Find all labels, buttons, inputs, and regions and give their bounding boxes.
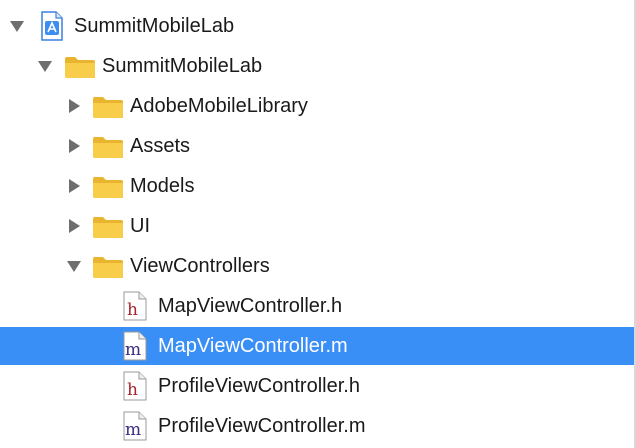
folder-icon (92, 215, 124, 244)
tree-row-group-viewcontrollers[interactable]: ViewControllers (0, 247, 636, 285)
folder-icon (92, 255, 124, 284)
project-label: SummitMobileLab (74, 15, 235, 37)
project-navigator: SummitMobileLab SummitMobileLab AdobeMob… (0, 0, 636, 448)
tree-row-project[interactable]: SummitMobileLab (0, 7, 636, 45)
file-label: MapViewController.h (158, 295, 343, 317)
disclosure-expanded-icon[interactable] (9, 18, 25, 34)
implementation-file-icon: m (122, 331, 148, 366)
tree-row-group-adobemobilelibrary[interactable]: AdobeMobileLibrary (0, 87, 636, 125)
disclosure-collapsed-icon[interactable] (66, 138, 82, 154)
tree-row-group-ui[interactable]: UI (0, 207, 636, 245)
file-label: MapViewController.m (158, 335, 348, 357)
disclosure-collapsed-icon[interactable] (66, 218, 82, 234)
file-letter: h (127, 380, 138, 400)
file-label: ProfileViewController.h (158, 375, 360, 397)
folder-icon (92, 175, 124, 204)
disclosure-expanded-icon[interactable] (66, 258, 82, 274)
implementation-file-icon: m (122, 411, 148, 446)
folder-icon (92, 135, 124, 164)
tree-row-file-profileviewcontroller-m[interactable]: m ProfileViewController.m (0, 407, 636, 445)
file-label: ProfileViewController.m (158, 415, 366, 437)
tree-row-group-summitmobilelab[interactable]: SummitMobileLab (0, 47, 636, 85)
disclosure-collapsed-icon[interactable] (66, 98, 82, 114)
file-letter: m (125, 340, 141, 360)
disclosure-expanded-icon[interactable] (37, 58, 53, 74)
group-label: Models (130, 175, 195, 197)
group-label: SummitMobileLab (102, 55, 263, 77)
folder-icon (64, 55, 96, 84)
tree-row-file-profileviewcontroller-h[interactable]: h ProfileViewController.h (0, 367, 636, 405)
file-letter: h (127, 300, 138, 320)
header-file-icon: h (122, 371, 148, 406)
disclosure-collapsed-icon[interactable] (66, 178, 82, 194)
tree-row-group-models[interactable]: Models (0, 167, 636, 205)
xcode-project-icon (40, 11, 64, 46)
group-label: AdobeMobileLibrary (130, 95, 308, 117)
tree-row-file-mapviewcontroller-h[interactable]: h MapViewController.h (0, 287, 636, 325)
group-label: UI (130, 215, 150, 237)
folder-icon (92, 95, 124, 124)
tree-row-file-mapviewcontroller-m[interactable]: m MapViewController.m (0, 327, 636, 365)
group-label: Assets (130, 135, 191, 157)
group-label: ViewControllers (130, 255, 270, 277)
header-file-icon: h (122, 291, 148, 326)
file-letter: m (125, 420, 141, 440)
tree-row-group-assets[interactable]: Assets (0, 127, 636, 165)
